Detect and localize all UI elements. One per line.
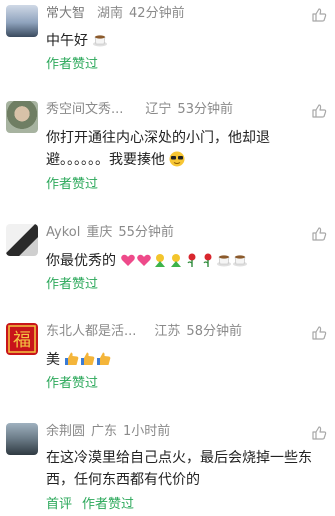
comment-footer: 作者赞过	[46, 375, 108, 393]
timestamp: 42分钟前	[129, 6, 185, 21]
like-icon[interactable]	[311, 7, 327, 23]
author-liked-label: 作者赞过	[46, 277, 99, 292]
author-liked-label: 作者赞过	[82, 497, 135, 512]
comment-text: 你最优秀的	[46, 250, 316, 272]
username[interactable]: 东北人都是活...	[46, 324, 136, 339]
comment-meta: 常大智 湖南 42分钟前	[46, 4, 191, 24]
like-icon[interactable]	[311, 425, 327, 441]
author-liked-label: 作者赞过	[46, 376, 99, 391]
location: 江苏	[154, 324, 181, 339]
coffee-emoji-icon	[217, 255, 232, 267]
location: 广东	[91, 424, 118, 439]
svg-text:福: 福	[13, 330, 31, 351]
username[interactable]: 常大智	[46, 6, 85, 21]
avatar[interactable]	[6, 101, 38, 133]
bouquet-emoji-icon	[171, 254, 182, 267]
location: 辽宁	[145, 102, 172, 117]
comment-text-content: 中午好	[46, 33, 88, 49]
timestamp: 55分钟前	[118, 225, 174, 240]
comment-text-content: 你打开通往内心深处的小门，他却退避。。。。。。我要揍他	[46, 130, 270, 168]
comment-meta: 东北人都是活... 江苏 58分钟前	[46, 322, 248, 342]
thumbs-up-emoji-icon	[81, 352, 95, 365]
rose-emoji-icon	[203, 253, 212, 267]
timestamp: 53分钟前	[177, 102, 233, 117]
comment-text: 美	[46, 349, 316, 371]
rose-emoji-icon	[187, 253, 196, 267]
like-icon[interactable]	[311, 325, 327, 341]
comment-footer: 作者赞过	[46, 176, 108, 194]
comment-text-content: 在这冷漠里给自己点火，最后会烧掉一些东西，任何东西都有代价的	[46, 450, 312, 488]
comment-text: 中午好	[46, 30, 316, 52]
thumbs-up-emoji-icon	[97, 352, 111, 365]
comment-footer: 作者赞过	[46, 56, 108, 74]
comment-text-content: 美	[46, 352, 60, 368]
comment-text: 你打开通往内心深处的小门，他却退避。。。。。。我要揍他	[46, 127, 316, 171]
sunglasses-emoji-icon	[169, 151, 185, 167]
comment-meta: 余荆圆 广东 1小时前	[46, 422, 176, 442]
coffee-emoji-icon	[233, 255, 248, 267]
comment-footer: 首评 作者赞过	[46, 496, 144, 514]
author-liked-label: 作者赞过	[46, 177, 99, 192]
location: 湖南	[97, 6, 124, 21]
comment-meta: 秀空间文秀... 辽宁 53分钟前	[46, 100, 239, 120]
timestamp: 58分钟前	[186, 324, 242, 339]
avatar[interactable]	[6, 224, 38, 256]
avatar[interactable]: 福	[6, 323, 38, 355]
avatar[interactable]	[6, 423, 38, 455]
username[interactable]: 余荆圆	[46, 424, 85, 439]
first-comment-label: 首评	[46, 497, 73, 512]
fu-character-avatar-icon: 福	[8, 325, 36, 353]
username[interactable]: 秀空间文秀...	[46, 102, 123, 117]
avatar[interactable]	[6, 5, 38, 37]
like-icon[interactable]	[311, 226, 327, 242]
location: 重庆	[86, 225, 113, 240]
comment-footer: 作者赞过	[46, 276, 108, 294]
like-icon[interactable]	[311, 103, 327, 119]
coffee-emoji-icon	[93, 35, 108, 47]
heart-emoji-icon	[137, 254, 152, 266]
bouquet-emoji-icon	[155, 254, 166, 267]
author-liked-label: 作者赞过	[46, 57, 99, 72]
comment-text-content: 你最优秀的	[46, 253, 116, 269]
timestamp: 1小时前	[123, 424, 171, 439]
username[interactable]: Aykol	[46, 225, 80, 240]
heart-emoji-icon	[121, 254, 136, 266]
comment-meta: Aykol 重庆 55分钟前	[46, 223, 180, 243]
comment-text: 在这冷漠里给自己点火，最后会烧掉一些东西，任何东西都有代价的	[46, 447, 316, 491]
thumbs-up-emoji-icon	[65, 352, 79, 365]
